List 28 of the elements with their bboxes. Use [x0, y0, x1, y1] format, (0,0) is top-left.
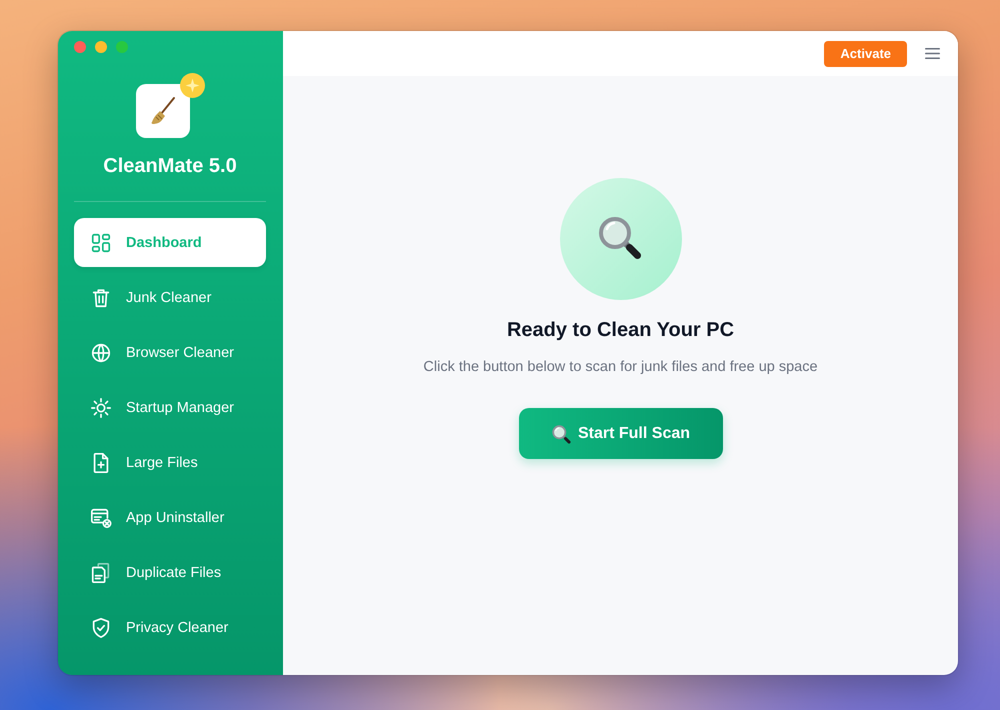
sidebar-item[interactable]: App Uninstaller: [74, 493, 266, 542]
sidebar-item[interactable]: Large Files: [74, 438, 266, 487]
main-heading: Ready to Clean Your PC: [506, 318, 734, 343]
close-button[interactable]: [74, 41, 86, 53]
sidebar-item[interactable]: Dashboard: [74, 218, 266, 267]
app-name: CleanMate 5.0: [102, 154, 238, 179]
grid-icon: [90, 232, 112, 254]
sparkle-icon: [180, 73, 204, 98]
sidebar-item[interactable]: Privacy Cleaner: [74, 603, 266, 652]
trash-icon: [90, 286, 112, 308]
magnifier-icon: [550, 424, 571, 444]
magnifier-icon: [560, 178, 682, 300]
sidebar-item[interactable]: Duplicate Files: [74, 548, 266, 597]
broom-icon: [136, 84, 190, 138]
window-x-icon: [90, 506, 112, 528]
documents-icon: [90, 562, 112, 584]
start-scan-button[interactable]: Start Full Scan: [518, 408, 722, 459]
shield-check-icon: [90, 616, 112, 638]
main-description: Click the button below to scan for junk files and free up space: [423, 358, 818, 377]
zoom-button[interactable]: [116, 41, 128, 53]
sidebar-item[interactable]: Browser Cleaner: [74, 328, 266, 377]
menu-icon[interactable]: [925, 48, 940, 59]
sidebar-item[interactable]: Junk Cleaner: [74, 273, 266, 322]
activate-button[interactable]: Activate: [824, 40, 907, 66]
globe-icon: [90, 342, 112, 364]
sun-icon: [90, 396, 112, 418]
minimize-button[interactable]: [95, 41, 107, 53]
sidebar-item[interactable]: Startup Manager: [74, 383, 266, 432]
